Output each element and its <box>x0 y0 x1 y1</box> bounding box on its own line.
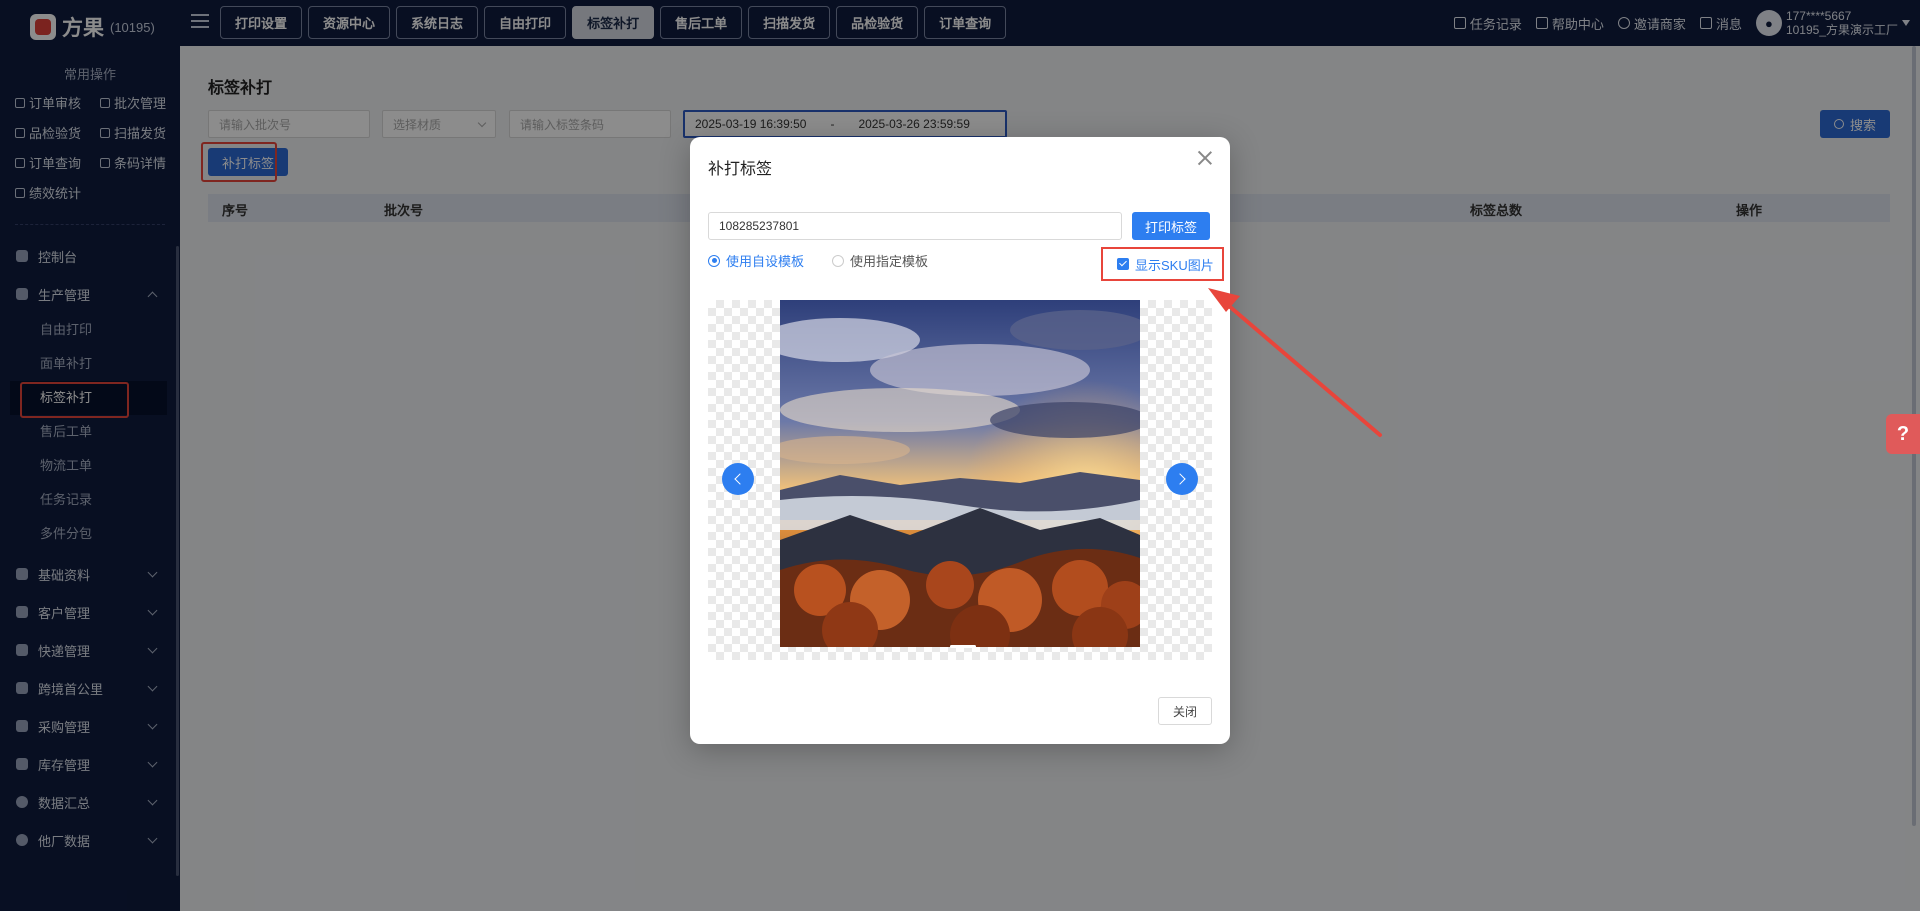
checkbox-checked-icon <box>1117 258 1129 270</box>
close-icon[interactable] <box>1194 147 1216 169</box>
radio-empty-icon <box>832 254 845 267</box>
radio-custom-template[interactable]: 使用自设模板 <box>708 251 804 270</box>
help-float-button[interactable]: ? <box>1886 414 1920 454</box>
sku-image-viewer <box>708 300 1212 660</box>
prev-image-arrow-icon[interactable] <box>722 463 754 495</box>
modal-title: 补打标签 <box>708 161 773 178</box>
landscape-image <box>780 300 1140 647</box>
sku-image <box>780 300 1140 647</box>
radio-selected-icon <box>708 254 720 267</box>
next-image-arrow-icon[interactable] <box>1166 463 1198 495</box>
close-button[interactable]: 关闭 <box>1158 697 1212 725</box>
carousel-indicator[interactable] <box>950 645 976 648</box>
show-sku-image-checkbox[interactable]: 显示SKU图片 <box>1101 247 1224 281</box>
reprint-modal: 补打标签 打印标签 使用自设模板 使用指定模板 显示SKU图片 <box>690 137 1230 744</box>
template-radio-group: 使用自设模板 使用指定模板 <box>708 251 928 270</box>
barcode-field[interactable] <box>708 212 1122 240</box>
radio-specified-template[interactable]: 使用指定模板 <box>832 251 928 270</box>
print-label-button[interactable]: 打印标签 <box>1132 212 1210 240</box>
